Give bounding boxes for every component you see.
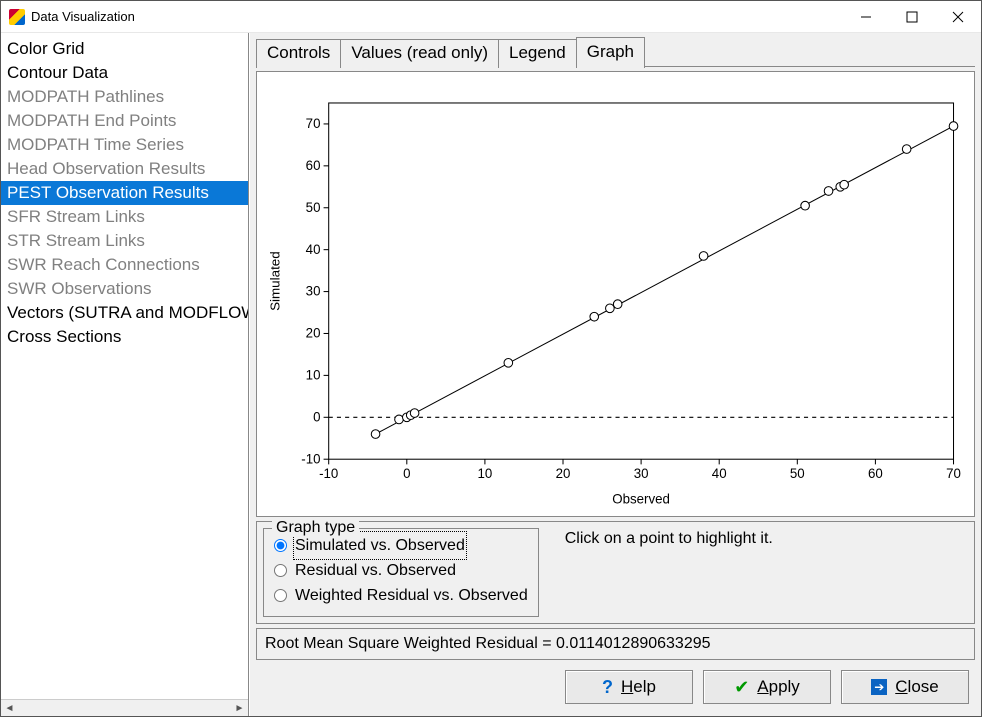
graph-type-option[interactable]: Residual vs. Observed xyxy=(274,558,528,583)
help-icon: ? xyxy=(602,677,613,698)
svg-text:20: 20 xyxy=(306,326,321,341)
radio-input[interactable] xyxy=(274,539,287,552)
minimize-button[interactable] xyxy=(843,1,889,33)
radio-label: Residual vs. Observed xyxy=(295,558,456,583)
graph-type-group: Graph type Simulated vs. ObservedResidua… xyxy=(263,528,539,617)
options-panel: Graph type Simulated vs. ObservedResidua… xyxy=(256,521,975,624)
scroll-right-icon[interactable]: ► xyxy=(231,700,248,717)
svg-text:50: 50 xyxy=(790,466,805,481)
sidebar-item: SWR Reach Connections xyxy=(1,253,248,277)
svg-text:20: 20 xyxy=(556,466,571,481)
svg-text:0: 0 xyxy=(403,466,410,481)
sidebar-hscrollbar[interactable]: ◄ ► xyxy=(1,699,248,716)
tab[interactable]: Graph xyxy=(576,37,645,68)
sidebar-item[interactable]: Cross Sections xyxy=(1,325,248,349)
sidebar-item: MODPATH Time Series xyxy=(1,133,248,157)
tab[interactable]: Values (read only) xyxy=(340,39,499,68)
radio-input[interactable] xyxy=(274,589,287,602)
window-title: Data Visualization xyxy=(31,9,843,24)
hint-text: Click on a point to highlight it. xyxy=(559,528,773,617)
button-row: ? Help ✔ Apply ➔ Close xyxy=(256,664,975,710)
sidebar-item: SWR Observations xyxy=(1,277,248,301)
sidebar-item[interactable]: Color Grid xyxy=(1,37,248,61)
svg-text:60: 60 xyxy=(868,466,883,481)
close-button[interactable]: ➔ Close xyxy=(841,670,969,704)
svg-text:10: 10 xyxy=(306,367,321,382)
scroll-track[interactable] xyxy=(18,700,231,717)
svg-text:70: 70 xyxy=(946,466,961,481)
svg-text:40: 40 xyxy=(306,242,321,257)
check-icon: ✔ xyxy=(734,677,749,698)
sidebar-item: SFR Stream Links xyxy=(1,205,248,229)
titlebar: Data Visualization xyxy=(1,1,981,33)
radio-label: Weighted Residual vs. Observed xyxy=(295,583,528,608)
close-window-button[interactable] xyxy=(935,1,981,33)
svg-text:50: 50 xyxy=(306,200,321,215)
svg-text:30: 30 xyxy=(634,466,649,481)
svg-text:10: 10 xyxy=(477,466,492,481)
tab[interactable]: Legend xyxy=(498,39,577,68)
help-button[interactable]: ? Help xyxy=(565,670,693,704)
app-icon xyxy=(9,9,25,25)
sidebar-item: STR Stream Links xyxy=(1,229,248,253)
sidebar: Color GridContour DataMODPATH PathlinesM… xyxy=(1,33,249,716)
sidebar-item[interactable]: Contour Data xyxy=(1,61,248,85)
sidebar-item: MODPATH Pathlines xyxy=(1,85,248,109)
maximize-button[interactable] xyxy=(889,1,935,33)
radio-input[interactable] xyxy=(274,564,287,577)
sidebar-item[interactable]: PEST Observation Results xyxy=(1,181,248,205)
arrow-right-icon: ➔ xyxy=(871,679,887,695)
svg-text:40: 40 xyxy=(712,466,727,481)
svg-text:0: 0 xyxy=(313,409,320,424)
svg-text:-10: -10 xyxy=(319,466,338,481)
tab[interactable]: Controls xyxy=(256,39,341,68)
svg-text:60: 60 xyxy=(306,158,321,173)
apply-button[interactable]: ✔ Apply xyxy=(703,670,831,704)
status-text: Root Mean Square Weighted Residual = 0.0… xyxy=(256,628,975,660)
graph-type-option[interactable]: Weighted Residual vs. Observed xyxy=(274,583,528,608)
sidebar-item: Head Observation Results xyxy=(1,157,248,181)
chart-area[interactable]: -10 0 10 20 30 40 50 60 70 -10 0 10 20 30 40 50 60 70 Obse… xyxy=(256,71,975,517)
sidebar-item[interactable]: Vectors (SUTRA and MODFLOW 6 only) xyxy=(1,301,248,325)
sidebar-list[interactable]: Color GridContour DataMODPATH PathlinesM… xyxy=(1,33,248,699)
scroll-left-icon[interactable]: ◄ xyxy=(1,700,18,717)
sidebar-item: MODPATH End Points xyxy=(1,109,248,133)
svg-text:70: 70 xyxy=(306,116,321,131)
svg-text:30: 30 xyxy=(306,284,321,299)
svg-text:Simulated: Simulated xyxy=(268,251,283,311)
graph-type-legend: Graph type xyxy=(272,519,359,537)
svg-text:-10: -10 xyxy=(301,451,320,466)
tab-row: ControlsValues (read only)LegendGraph xyxy=(256,37,975,67)
svg-text:Observed: Observed xyxy=(612,492,670,507)
